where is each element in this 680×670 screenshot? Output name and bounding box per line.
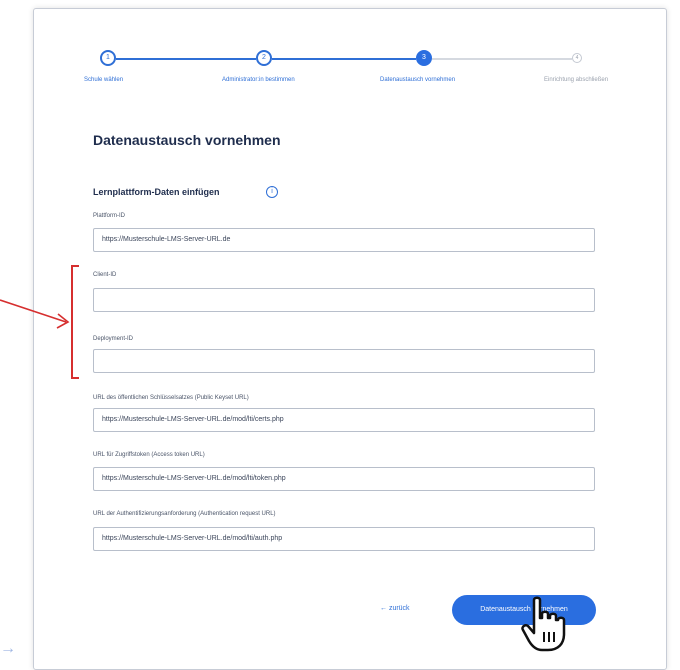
- step-1-circle[interactable]: 1: [100, 50, 116, 66]
- step-3-label: Datenaustausch vornehmen: [380, 77, 456, 83]
- hand-cursor-icon: [521, 596, 566, 652]
- public-keyset-url-label: URL des öffentlichen Schlüsselsatzes (Pu…: [93, 395, 249, 401]
- access-token-url-label: URL für Zugriffstoken (Access token URL): [93, 452, 205, 458]
- step-2-label: Administrator:in bestimmen: [222, 77, 295, 83]
- dialog-window: 1 2 3 4 Schule wählen Administrator:in b…: [33, 8, 667, 670]
- section-heading: Lernplattform-Daten einfügen: [93, 187, 220, 197]
- platform-id-field[interactable]: https://Musterschule-LMS-Server-URL.de: [93, 228, 595, 252]
- annotation-arrow-icon: [0, 299, 70, 329]
- back-link[interactable]: ← zurück: [380, 605, 410, 612]
- arrow-right-icon: →: [0, 640, 16, 657]
- client-id-field[interactable]: [93, 288, 595, 312]
- auth-request-url-field[interactable]: https://Musterschule-LMS-Server-URL.de/m…: [93, 527, 595, 551]
- deployment-id-field[interactable]: [93, 349, 595, 373]
- step-4-circle: 4: [572, 53, 582, 63]
- client-id-label: Client-ID: [93, 272, 117, 278]
- deployment-id-label: Deployment-ID: [93, 336, 134, 342]
- step-4-label: Einrichtung abschließen: [544, 77, 609, 83]
- auth-request-url-label: URL der Authentifizierungsanforderung (A…: [93, 511, 276, 517]
- step-3-circle[interactable]: 3: [416, 50, 432, 66]
- page-title: Datenaustausch vornehmen: [93, 132, 281, 148]
- platform-id-label: Plattform-ID: [93, 213, 126, 219]
- progress-stepper: 1 2 3 4 Schule wählen Administrator:in b…: [34, 45, 666, 85]
- stepper-line-3: [432, 58, 572, 60]
- stepper-line-1: [116, 58, 256, 60]
- step-1-label: Schule wählen: [84, 77, 124, 83]
- stepper-line-2: [272, 58, 416, 60]
- public-keyset-url-field[interactable]: https://Musterschule-LMS-Server-URL.de/m…: [93, 408, 595, 432]
- info-icon[interactable]: i: [266, 186, 278, 198]
- access-token-url-field[interactable]: https://Musterschule-LMS-Server-URL.de/m…: [93, 467, 595, 491]
- step-2-circle[interactable]: 2: [256, 50, 272, 66]
